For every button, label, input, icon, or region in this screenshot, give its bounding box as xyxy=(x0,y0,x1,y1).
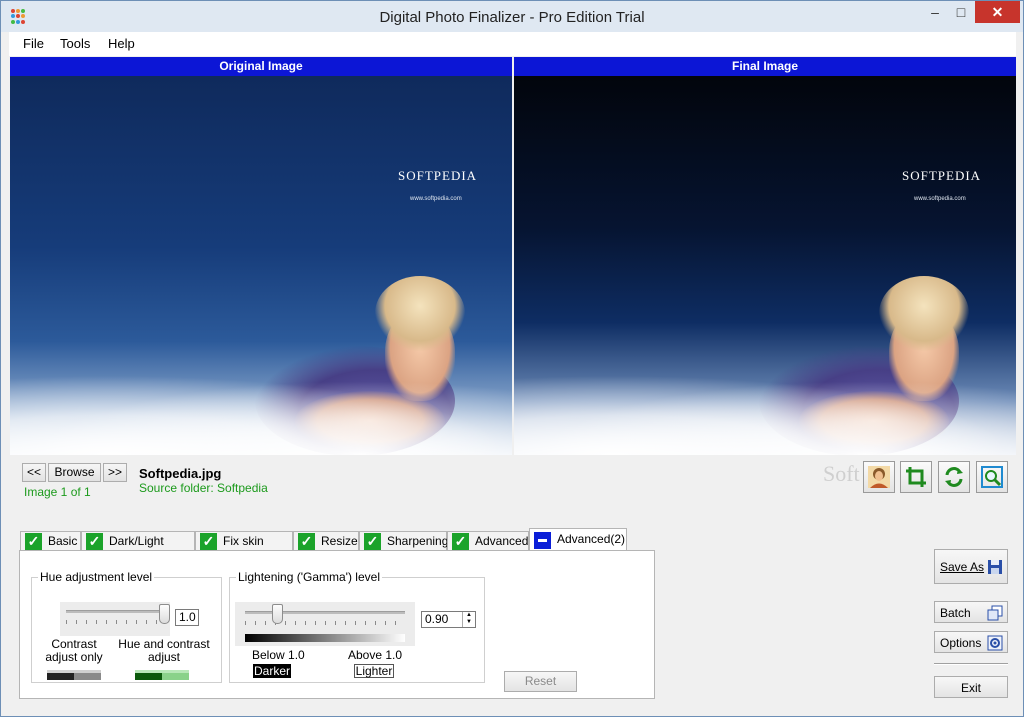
gamma-group: Lightening ('Gamma') level 0.90 ▲ ▼ Below… xyxy=(229,570,485,683)
source-folder: Source folder: Softpedia xyxy=(139,481,268,495)
browse-button[interactable]: Browse xyxy=(48,463,101,482)
gamma-group-title: Lightening ('Gamma') level xyxy=(236,570,382,584)
window-title: Digital Photo Finalizer - Pro Edition Tr… xyxy=(379,9,645,26)
gamma-value: 0.90 xyxy=(425,612,449,626)
tab-label: Advanced xyxy=(475,534,529,548)
tab-fix-skin-tones[interactable]: ✓Fix skin tones xyxy=(195,531,293,567)
check-icon: ✓ xyxy=(25,533,42,550)
tab-label: Basic xyxy=(48,534,78,548)
menu-tools[interactable]: Tools xyxy=(60,36,90,51)
hue-swatch xyxy=(135,670,189,680)
check-icon: ✓ xyxy=(200,533,217,550)
app-window: Digital Photo Finalizer - Pro Edition Tr… xyxy=(0,0,1024,717)
hue-contrast-label: Hue and contrast adjust xyxy=(118,637,210,664)
button-separator xyxy=(934,663,1008,665)
crop-icon xyxy=(906,467,926,487)
check-icon: ✓ xyxy=(86,533,103,550)
portrait-icon xyxy=(868,466,890,488)
options-label: Options xyxy=(940,636,982,650)
hue-adjustment-group: Hue adjustment level 1.0 Contrast adjust… xyxy=(31,570,222,683)
zoom-icon xyxy=(981,466,1003,488)
darker-swatch: Darker xyxy=(253,664,291,678)
menu-help[interactable]: Help xyxy=(108,36,135,51)
tab-label: Advanced(2) xyxy=(557,532,626,546)
floppy-disk-icon xyxy=(988,560,1002,574)
background-watermark-text: Soft xyxy=(823,461,860,486)
above-label: Above 1.0 xyxy=(348,648,403,662)
options-button[interactable]: Options xyxy=(934,631,1008,653)
below-label: Below 1.0 xyxy=(252,648,305,662)
watermark-logo: SOFTPEDIA xyxy=(398,168,478,183)
hue-slider[interactable] xyxy=(60,602,170,636)
menu-file[interactable]: File xyxy=(23,36,44,51)
watermark-url: www.softpedia.com xyxy=(410,196,462,202)
hue-value-field[interactable]: 1.0 xyxy=(175,609,199,626)
batch-icon xyxy=(987,605,1003,621)
options-icon xyxy=(987,635,1003,651)
zoom-button[interactable] xyxy=(976,461,1008,493)
maximize-button[interactable]: □ xyxy=(948,1,974,23)
original-image-header: Original Image xyxy=(10,57,512,76)
file-name: Softpedia.jpg xyxy=(139,466,222,481)
spin-arrows-icon[interactable]: ▲ ▼ xyxy=(462,612,475,627)
tab-sharpening[interactable]: ✓ Sharpening xyxy=(359,531,449,551)
hue-group-title: Hue adjustment level xyxy=(38,570,155,584)
tab-label: Resize xyxy=(321,534,358,548)
previous-image-button[interactable]: << xyxy=(22,463,46,482)
portrait-button[interactable] xyxy=(863,461,895,493)
gamma-gradient-bar xyxy=(245,634,405,642)
save-as-label: Save As xyxy=(940,560,985,574)
tab-resize[interactable]: ✓ Resize xyxy=(293,531,359,551)
title-bar: Digital Photo Finalizer - Pro Edition Tr… xyxy=(1,1,1023,32)
rotate-button[interactable] xyxy=(938,461,970,493)
gamma-slider-thumb[interactable] xyxy=(272,604,283,624)
exit-button[interactable]: Exit xyxy=(934,676,1008,698)
exit-label: Exit xyxy=(960,681,981,695)
save-as-button[interactable]: Save As xyxy=(934,549,1008,584)
gamma-slider[interactable] xyxy=(235,602,415,646)
close-button[interactable]: ✕ xyxy=(975,1,1020,23)
lighter-swatch: Lighter xyxy=(354,664,394,678)
tab-label: Sharpening xyxy=(387,534,449,548)
batch-button[interactable]: Batch xyxy=(934,601,1008,623)
gamma-value-field[interactable]: 0.90 ▲ ▼ xyxy=(421,611,476,628)
watermark-logo-final: SOFTPEDIA xyxy=(902,168,982,183)
check-icon: ✓ xyxy=(298,533,315,550)
check-icon: ✓ xyxy=(452,533,469,550)
tab-advanced-2[interactable]: Advanced(2) xyxy=(529,528,627,552)
tab-basic[interactable]: ✓ Basic xyxy=(20,531,81,551)
reset-button[interactable]: Reset xyxy=(504,671,577,692)
check-icon: ✓ xyxy=(364,533,381,550)
minimize-button[interactable]: – xyxy=(922,1,948,23)
crop-button[interactable] xyxy=(900,461,932,493)
batch-label: Batch xyxy=(940,606,971,620)
final-image-header: Final Image xyxy=(514,57,1016,76)
rotate-icon xyxy=(945,467,963,487)
next-image-button[interactable]: >> xyxy=(103,463,127,482)
tab-advanced[interactable]: ✓ Advanced xyxy=(447,531,529,551)
tab-dark-light-areas[interactable]: ✓Dark/Light areas xyxy=(81,531,195,567)
watermark-url-final: www.softpedia.com xyxy=(914,196,966,202)
hue-slider-thumb[interactable] xyxy=(159,604,170,624)
original-image: SOFTPEDIA www.softpedia.com xyxy=(10,76,512,455)
contrast-swatch xyxy=(47,670,101,680)
image-counter: Image 1 of 1 xyxy=(24,485,91,499)
minus-icon xyxy=(534,532,551,549)
final-image: SOFTPEDIA www.softpedia.com xyxy=(514,76,1016,455)
menu-bar: File Tools Help xyxy=(9,32,1016,56)
contrast-only-label: Contrast adjust only xyxy=(45,637,103,664)
settings-panel: Hue adjustment level 1.0 Contrast adjust… xyxy=(19,550,655,699)
